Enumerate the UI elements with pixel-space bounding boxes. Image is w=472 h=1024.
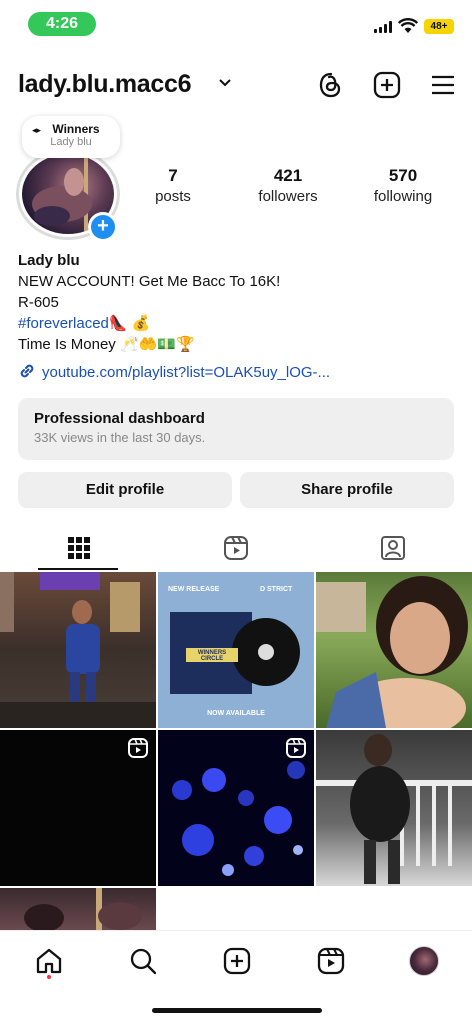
status-time: 4:26 [28, 12, 96, 36]
menu-icon[interactable] [428, 70, 458, 100]
tagged-person-icon [380, 536, 405, 560]
nav-profile[interactable] [406, 943, 442, 979]
profile-header: lady.blu.macc6 [0, 62, 472, 108]
posts-count[interactable]: 7 posts [118, 166, 228, 205]
home-icon [36, 948, 62, 974]
bio-emoji: 👠 💰 [108, 315, 151, 332]
bio-line: R-605 [18, 294, 59, 311]
account-switcher-username[interactable]: lady.blu.macc6 [18, 70, 192, 99]
note-bubble[interactable]: ◂▸ Winners Lady blu [22, 116, 120, 158]
bio-hashtag-line: #foreverlaced👠 💰 [18, 313, 458, 334]
album-label: NEW RELEASE [168, 586, 220, 593]
profile-tabs [0, 526, 472, 570]
note-subtitle: Lady blu [50, 136, 92, 148]
professional-dashboard[interactable]: Professional dashboard 33K views in the … [18, 398, 454, 460]
battery-icon: 48+ [424, 19, 454, 34]
followers-count[interactable]: 421 followers [233, 166, 343, 205]
post-thumbnail[interactable] [0, 888, 156, 930]
home-indicator [152, 1008, 322, 1013]
add-story-button[interactable]: + [88, 212, 118, 242]
status-bar: 4:26 48+ [0, 0, 472, 46]
dashboard-title: Professional dashboard [34, 410, 205, 427]
wifi-icon [398, 18, 418, 33]
active-tab-indicator [38, 568, 118, 570]
profile-avatar-icon [409, 946, 439, 976]
reels-icon [317, 947, 345, 975]
tab-posts-grid[interactable] [0, 526, 157, 570]
album-label: NOW AVAILABLE [207, 710, 265, 717]
tab-reels[interactable] [157, 526, 314, 570]
post-thumbnail[interactable] [316, 730, 472, 886]
reel-thumbnail[interactable] [158, 730, 314, 886]
reel-thumbnail[interactable] [0, 730, 156, 886]
bio-line: NEW ACCOUNT! Get Me Bacc To 16K! [18, 273, 281, 290]
reel-badge-icon [128, 738, 148, 758]
bio-link-text: youtube.com/playlist?list=OLAK5uy_lOG-..… [42, 364, 331, 381]
tab-tagged[interactable] [314, 526, 471, 570]
nav-reels[interactable] [313, 943, 349, 979]
profile-bio: Lady blu NEW ACCOUNT! Get Me Bacc To 16K… [18, 250, 458, 355]
search-icon [130, 948, 157, 975]
notification-dot [47, 975, 51, 979]
album-label: D STRICT [260, 586, 293, 593]
bio-line: Time Is Money 🥂🤲💵🏆 [18, 336, 195, 353]
note-title: Winners [52, 122, 100, 136]
bio-link[interactable]: youtube.com/playlist?list=OLAK5uy_lOG-..… [18, 362, 330, 381]
create-icon [223, 947, 251, 975]
reels-icon [223, 536, 248, 560]
following-count[interactable]: 570 following [348, 166, 458, 205]
link-icon [20, 364, 34, 378]
post-thumbnail[interactable] [0, 572, 156, 728]
cellular-signal-icon [374, 21, 394, 33]
dashboard-subtitle: 33K views in the last 30 days. [34, 430, 206, 445]
create-post-icon[interactable] [372, 70, 402, 100]
reel-badge-icon [286, 738, 306, 758]
music-note-icon: ◂▸ [32, 125, 42, 135]
grid-icon [67, 537, 90, 559]
threads-icon[interactable] [316, 70, 346, 100]
album-title: WINNERS CIRCLE [197, 650, 227, 662]
hashtag-link[interactable]: #foreverlaced [18, 315, 109, 332]
nav-create[interactable] [219, 943, 255, 979]
display-name: Lady blu [18, 252, 80, 269]
nav-search[interactable] [125, 943, 161, 979]
post-thumbnail[interactable]: NEW RELEASE D STRICT WINNERS CIRCLE NOW … [158, 572, 314, 728]
chevron-down-icon[interactable] [218, 78, 232, 88]
nav-home[interactable] [31, 943, 67, 979]
post-thumbnail[interactable] [316, 572, 472, 728]
share-profile-button[interactable]: Share profile [240, 472, 454, 508]
edit-profile-button[interactable]: Edit profile [18, 472, 232, 508]
